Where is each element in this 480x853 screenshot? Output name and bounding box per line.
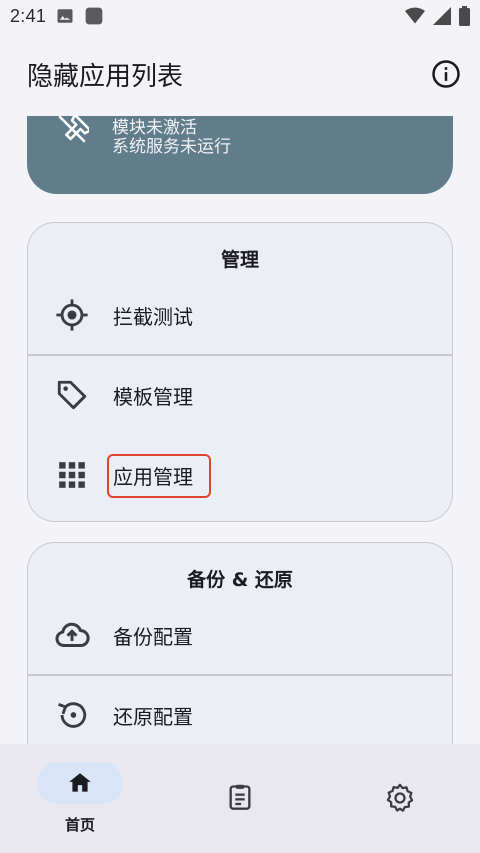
menu-item-restore-config[interactable]: 还原配置 <box>28 685 452 744</box>
manage-card: 管理 拦截测试 模板管理 应用管理 <box>27 222 453 522</box>
bottom-navigation: 首页 <box>0 744 480 853</box>
module-inactive-icon <box>55 116 92 150</box>
top-app-bar: 隐藏应用列表 <box>0 32 480 116</box>
menu-item-template-management[interactable]: 模板管理 <box>28 365 452 425</box>
nav-label-home: 首页 <box>64 816 95 834</box>
apps-grid-icon <box>54 457 90 493</box>
clipboard-log-icon <box>226 783 254 815</box>
menu-item-label: 还原配置 <box>113 704 193 729</box>
menu-item-app-management[interactable]: 应用管理 <box>28 445 452 505</box>
highlight-annotation <box>107 454 211 498</box>
main-content[interactable]: 模块未激活 系统服务未运行 管理 拦截测试 模板管理 应用管理 备份 & 还原 … <box>0 116 480 744</box>
menu-item-backup-config[interactable]: 备份配置 <box>28 605 452 665</box>
status-time: 2:41 <box>10 5 47 26</box>
restore-icon <box>54 697 90 733</box>
nav-item-logs[interactable] <box>218 744 262 853</box>
divider <box>28 674 452 676</box>
info-icon <box>432 60 460 88</box>
nav-item-settings[interactable] <box>378 744 422 853</box>
backup-card-title: 备份 & 还原 <box>187 569 293 591</box>
settings-icon <box>385 783 415 817</box>
menu-item-label: 备份配置 <box>113 624 193 649</box>
menu-item-label: 模板管理 <box>113 384 193 409</box>
gallery-icon <box>56 7 74 25</box>
tag-icon <box>54 377 90 413</box>
crosshair-icon <box>54 297 90 333</box>
module-status-card[interactable]: 模块未激活 系统服务未运行 <box>27 116 453 194</box>
page-title: 隐藏应用列表 <box>27 61 184 92</box>
nav-item-home[interactable]: 首页 <box>37 744 123 853</box>
cloud-upload-icon <box>54 617 90 653</box>
app-notification-icon <box>84 6 104 26</box>
home-icon <box>69 773 91 792</box>
module-status-subtitle: 系统服务未运行 <box>112 137 231 157</box>
menu-item-label: 拦截测试 <box>113 304 193 329</box>
battery-icon <box>459 6 470 26</box>
info-button[interactable] <box>430 58 462 90</box>
nav-active-indicator <box>37 762 123 804</box>
wifi-icon <box>405 7 425 25</box>
manage-card-title: 管理 <box>220 249 259 271</box>
cellular-signal-icon <box>433 7 451 25</box>
divider <box>28 354 452 356</box>
menu-item-intercept-test[interactable]: 拦截测试 <box>28 285 452 345</box>
status-bar: 2:41 <box>0 0 480 32</box>
backup-restore-card: 备份 & 还原 备份配置 还原配置 <box>27 542 453 744</box>
